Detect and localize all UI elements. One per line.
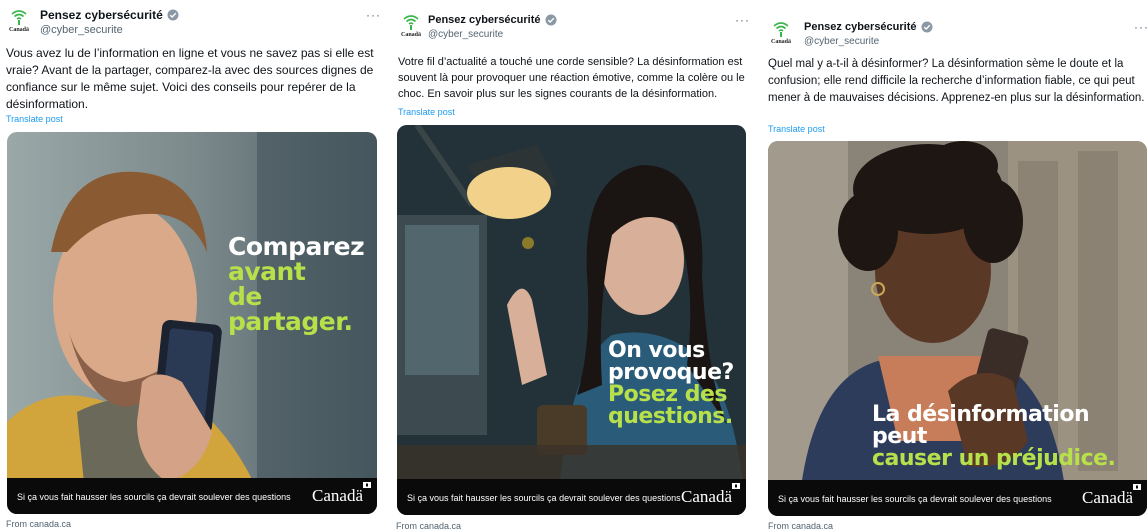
translate-post-link[interactable]: Translate post bbox=[398, 107, 455, 117]
account-avatar[interactable]: Canadä bbox=[8, 8, 30, 38]
display-name[interactable]: Pensez cybersécurité bbox=[804, 20, 933, 34]
display-name-text: Pensez cybersécurité bbox=[428, 14, 541, 26]
post-image-card[interactable]: La désinformation peut causer un préjudi… bbox=[768, 141, 1147, 516]
source-label[interactable]: From canada.ca bbox=[6, 519, 71, 529]
wifi-logo-icon bbox=[11, 10, 27, 25]
translate-post-link[interactable]: Translate post bbox=[6, 114, 63, 124]
more-options-icon[interactable]: ··· bbox=[735, 13, 750, 27]
post-1: Canadä Pensez cybersécurité @cyber_secur… bbox=[0, 0, 385, 531]
verified-badge-icon bbox=[545, 14, 557, 26]
headline-green: Posez des bbox=[608, 382, 727, 407]
card-footer-bar: Si ça vous fait hausser les sourcils ça … bbox=[768, 480, 1147, 516]
canada-flag-icon bbox=[732, 483, 740, 489]
headline-green: questions. bbox=[608, 404, 733, 429]
account-avatar[interactable]: Canadä bbox=[770, 20, 792, 50]
post-image-card[interactable]: On vous provoque? Posez des questions. S… bbox=[397, 125, 746, 515]
canada-wordmark-text: Canadä bbox=[1082, 488, 1133, 507]
display-name[interactable]: Pensez cybersécurité bbox=[40, 8, 179, 22]
avatar-wordmark: Canadä bbox=[770, 39, 791, 45]
translate-post-link[interactable]: Translate post bbox=[768, 124, 825, 134]
avatar-wordmark: Canadä bbox=[400, 32, 421, 38]
post-text: Quel mal y a-t-il à désinformer? La dési… bbox=[768, 58, 1145, 104]
avatar-wordmark: Canadä bbox=[8, 27, 29, 33]
headline-white: On vous bbox=[608, 338, 705, 363]
post-header: Canadä Pensez cybersécurité @cyber_secur… bbox=[392, 13, 752, 45]
card-footer-text: Si ça vous fait hausser les sourcils ça … bbox=[778, 494, 1052, 504]
post-2: Canadä Pensez cybersécurité @cyber_secur… bbox=[392, 0, 752, 531]
post-text: Vous avez lu de l’information en ligne e… bbox=[6, 46, 374, 111]
canada-flag-icon bbox=[363, 482, 371, 488]
account-handle[interactable]: @cyber_securite bbox=[428, 28, 557, 42]
verified-badge-icon bbox=[921, 21, 933, 33]
headline-green: avant bbox=[228, 257, 306, 286]
post-3: Canadä Pensez cybersécurité @cyber_secur… bbox=[762, 0, 1147, 531]
display-name[interactable]: Pensez cybersécurité bbox=[428, 13, 557, 27]
headline-green: causer un préjudice. bbox=[872, 446, 1116, 471]
more-options-icon[interactable]: ··· bbox=[1134, 20, 1147, 34]
post-header: Canadä Pensez cybersécurité @cyber_secur… bbox=[0, 8, 385, 40]
source-label[interactable]: From canada.ca bbox=[396, 521, 461, 531]
account-avatar[interactable]: Canadä bbox=[400, 13, 422, 43]
headline-white: La désinformation peut bbox=[872, 402, 1090, 449]
card-headline: On vous provoque? Posez des questions. bbox=[608, 340, 734, 428]
headline-green: de partager. bbox=[228, 282, 353, 336]
source-label[interactable]: From canada.ca bbox=[768, 521, 833, 531]
verified-badge-icon bbox=[167, 9, 179, 21]
headline-white: provoque? bbox=[608, 360, 734, 385]
card-headline: Comparez avant de partager. bbox=[228, 234, 377, 334]
card-footer-bar: Si ça vous fait hausser les sourcils ça … bbox=[7, 478, 377, 514]
wifi-logo-icon bbox=[773, 22, 789, 37]
canada-wordmark: Canadä bbox=[681, 483, 740, 507]
display-name-text: Pensez cybersécurité bbox=[40, 8, 163, 22]
wifi-logo-icon bbox=[403, 15, 419, 30]
account-handle[interactable]: @cyber_securite bbox=[804, 35, 933, 49]
canada-flag-icon bbox=[1133, 484, 1141, 490]
card-footer-bar: Si ça vous fait hausser les sourcils ça … bbox=[397, 479, 746, 515]
canada-wordmark: Canadä bbox=[1082, 484, 1141, 508]
card-footer-text: Si ça vous fait hausser les sourcils ça … bbox=[17, 492, 291, 502]
canada-wordmark-text: Canadä bbox=[312, 486, 363, 505]
headline-white: Comparez bbox=[228, 232, 365, 261]
account-handle[interactable]: @cyber_securite bbox=[40, 23, 179, 37]
card-headline: La désinformation peut causer un préjudi… bbox=[872, 404, 1147, 470]
post-image-card[interactable]: Comparez avant de partager. Si ça vous f… bbox=[7, 132, 377, 514]
canada-wordmark-text: Canadä bbox=[681, 487, 732, 506]
canada-wordmark: Canadä bbox=[312, 482, 371, 506]
post-header: Canadä Pensez cybersécurité @cyber_secur… bbox=[762, 20, 1147, 52]
post-text: Votre fil d’actualité a touché une corde… bbox=[398, 56, 745, 100]
display-name-text: Pensez cybersécurité bbox=[804, 21, 917, 33]
woman-at-desk-image bbox=[397, 125, 746, 515]
more-options-icon[interactable]: ··· bbox=[366, 8, 381, 22]
card-footer-text: Si ça vous fait hausser les sourcils ça … bbox=[407, 493, 681, 503]
